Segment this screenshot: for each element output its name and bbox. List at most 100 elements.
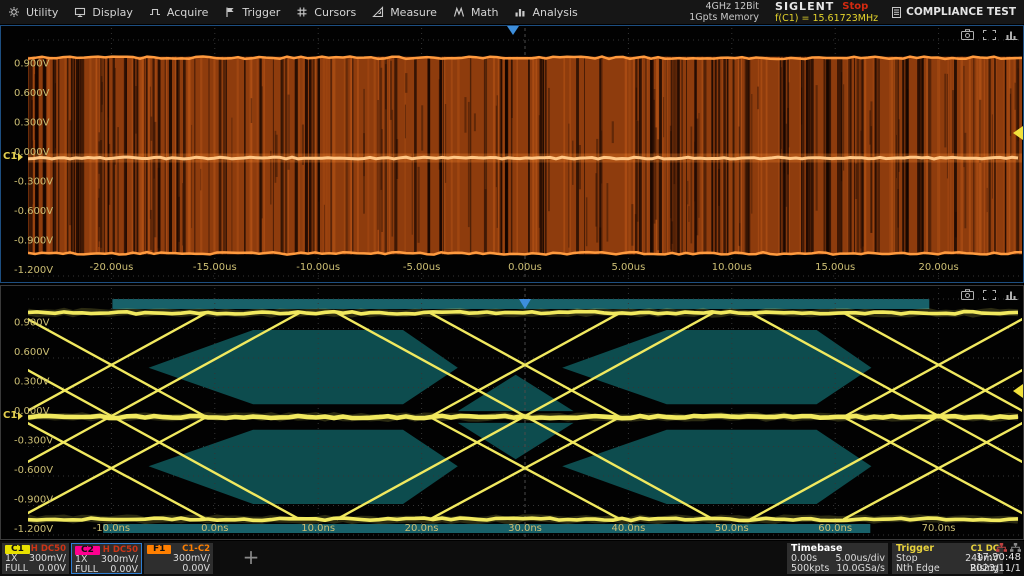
c1-waveform xyxy=(28,57,1022,255)
menu-item-label: Utility xyxy=(26,6,58,19)
expand-icon[interactable] xyxy=(983,30,996,40)
histogram-icon[interactable] xyxy=(1005,290,1018,300)
menu-item-label: Measure xyxy=(390,6,437,19)
lan-icon[interactable] xyxy=(996,543,1007,552)
gear-icon xyxy=(8,6,20,18)
x-tick-label: 30.0ns xyxy=(508,523,542,534)
x-tick-label: 60.0ns xyxy=(818,523,852,534)
x-tick-label: 40.0ns xyxy=(611,523,645,534)
x-tick-label: 70.0ns xyxy=(922,523,956,534)
status-bar: C1H DC50 1X300mV/ FULL0.00V C2H DC50 1X3… xyxy=(0,541,1024,576)
y-tick-label: 0.300V xyxy=(14,118,50,129)
x-tick-label: 0.00us xyxy=(508,262,542,273)
offset-readout: 0.00V xyxy=(38,564,66,574)
display-icon xyxy=(74,6,86,18)
y-tick-label: -0.900V xyxy=(14,236,53,247)
acquisition-waveform-plot[interactable]: 0.900V0.600V0.300V0.000V-0.300V-0.600V-0… xyxy=(1,26,1023,282)
x-tick-label: 10.0ns xyxy=(301,523,335,534)
mode-label: COMPLIANCE TEST xyxy=(906,6,1016,18)
expand-icon[interactable] xyxy=(983,290,996,300)
menu-item-label: Analysis xyxy=(532,6,577,19)
right-arrow-icon xyxy=(18,153,23,161)
timebase-points: 500kpts xyxy=(791,564,829,574)
acquisition-status[interactable]: Stop xyxy=(842,1,868,12)
bandwidth-limit-readout: FULL xyxy=(75,565,98,575)
menu-item-acquire[interactable]: Acquire xyxy=(149,6,208,19)
trigger-frequency-readout: f(C1) = 15.61723MHz xyxy=(775,13,878,24)
bandwidth-limit-readout: FULL xyxy=(5,564,28,574)
trigger-level-marker[interactable] xyxy=(1013,384,1023,398)
acquisition-info: 4GHz 12Bit 1Gpts Memory xyxy=(689,1,759,23)
eye-diagram-panel[interactable]: 0.900V0.600V0.300V0.000V-0.300V-0.600V-0… xyxy=(0,285,1024,540)
channel-box-c2[interactable]: C2H DC50 1X300mV/ FULL0.00V xyxy=(71,543,142,574)
y-tick-label: -1.200V xyxy=(14,524,53,535)
add-trace-button[interactable]: + xyxy=(238,546,264,568)
panel-toolbar xyxy=(961,29,1018,40)
histogram-icon[interactable] xyxy=(1005,30,1018,40)
menu-item-display[interactable]: Display xyxy=(74,6,133,19)
menu-item-math[interactable]: Math xyxy=(453,6,499,19)
y-tick-label: -0.300V xyxy=(14,177,53,188)
offset-readout: 0.00V xyxy=(110,565,138,575)
menu-item-label: Trigger xyxy=(242,6,280,19)
camera-icon[interactable] xyxy=(961,289,974,300)
x-tick-label: -15.00us xyxy=(193,262,237,273)
channel-offset-marker-c1[interactable]: C1 xyxy=(3,151,23,162)
channel-offset-label: C1 xyxy=(3,410,17,421)
menu-item-cursors[interactable]: Cursors xyxy=(296,6,356,19)
cursors-icon xyxy=(296,6,308,18)
y-tick-label: -1.200V xyxy=(14,265,53,276)
bandwidth-readout: 4GHz 12Bit xyxy=(689,1,759,12)
camera-icon[interactable] xyxy=(961,29,974,40)
y-tick-label: -0.300V xyxy=(14,436,53,447)
channel-box-f1[interactable]: F1C1-C2 300mV/ 0.00V xyxy=(144,543,213,574)
x-tick-label: 50.0ns xyxy=(715,523,749,534)
y-tick-label: 0.600V xyxy=(14,347,50,358)
acquire-icon xyxy=(149,6,161,18)
eye-traces xyxy=(1,311,1023,520)
channel-box-c1[interactable]: C1H DC50 1X300mV/ FULL0.00V xyxy=(2,543,69,574)
trigger-position-marker xyxy=(507,26,519,35)
y-tick-label: 0.900V xyxy=(14,59,50,70)
math-icon xyxy=(453,6,465,18)
brand-logo: SIGLENT xyxy=(775,0,834,13)
trigger-level-marker[interactable] xyxy=(1013,126,1023,140)
panel-toolbar xyxy=(961,289,1018,300)
oscilloscope-app: Utility Display Acquire Trigger Cursors … xyxy=(0,0,1024,576)
compliance-test-button[interactable]: COMPLIANCE TEST xyxy=(892,6,1016,18)
timebase-box[interactable]: Timebase 0.00s5.00us/div 500kpts10.0GSa/… xyxy=(787,543,888,574)
x-tick-label: 20.00us xyxy=(919,262,959,273)
menu-item-measure[interactable]: Measure xyxy=(372,6,437,19)
clock-time: 17:30:48 xyxy=(965,552,1021,563)
x-tick-label: -10.00us xyxy=(296,262,340,273)
y-tick-label: 0.300V xyxy=(14,377,50,388)
acquisition-panel[interactable]: 0.900V0.600V0.300V0.000V-0.300V-0.600V-0… xyxy=(0,25,1024,283)
menu-bar: Utility Display Acquire Trigger Cursors … xyxy=(0,0,1024,24)
menu-item-label: Display xyxy=(92,6,133,19)
device-icon[interactable] xyxy=(1010,543,1021,552)
clock-block: 17:30:48 2023/11/1 xyxy=(965,543,1021,574)
x-tick-label: 5.00us xyxy=(611,262,645,273)
y-tick-label: 0.600V xyxy=(14,88,50,99)
menu-item-label: Cursors xyxy=(314,6,356,19)
menu-item-trigger[interactable]: Trigger xyxy=(224,6,280,19)
eye-diagram-plot[interactable]: 0.900V0.600V0.300V0.000V-0.300V-0.600V-0… xyxy=(1,286,1023,539)
trigger-type: Nth Edge xyxy=(896,564,959,574)
menu-item-label: Acquire xyxy=(167,6,208,19)
x-tick-label: -5.00us xyxy=(403,262,440,273)
right-arrow-icon xyxy=(18,412,23,420)
x-tick-label: -20.00us xyxy=(90,262,134,273)
trigger-flag-icon xyxy=(224,6,236,18)
menu-item-analysis[interactable]: Analysis xyxy=(514,6,577,19)
channel-offset-marker-c1[interactable]: C1 xyxy=(3,410,23,421)
brand-block: SIGLENT Stop f(C1) = 15.61723MHz xyxy=(775,0,878,24)
y-tick-label: 0.900V xyxy=(14,318,50,329)
analysis-icon xyxy=(514,6,526,18)
channel-offset-label: C1 xyxy=(3,151,17,162)
y-tick-label: -0.900V xyxy=(14,495,53,506)
menu-item-utility[interactable]: Utility xyxy=(8,6,58,19)
x-tick-label: -10.0ns xyxy=(93,523,130,534)
graticule xyxy=(28,288,1022,537)
x-tick-label: 0.0ns xyxy=(201,523,228,534)
offset-readout: 0.00V xyxy=(182,564,210,574)
